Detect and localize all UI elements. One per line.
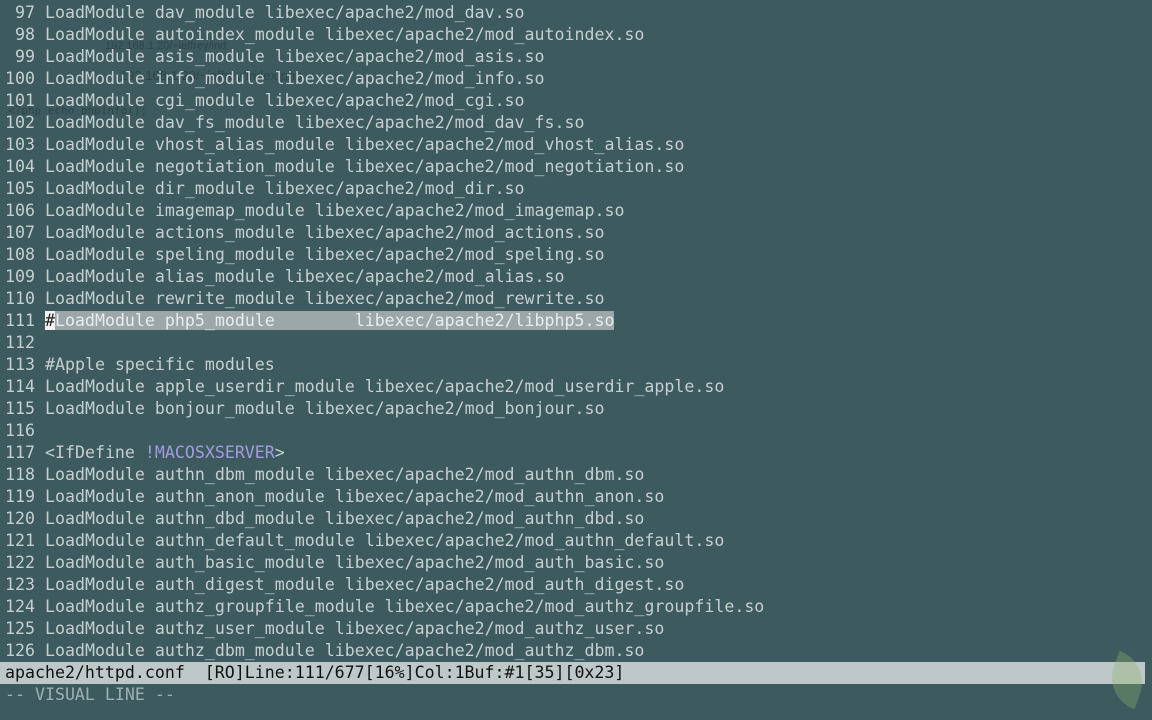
code-line[interactable]: 123 LoadModule auth_digest_module libexec… bbox=[5, 574, 764, 596]
line-number: 113 bbox=[5, 355, 35, 374]
line-text: LoadModule dav_module libexec/apache2/mo… bbox=[45, 3, 525, 22]
line-number: 120 bbox=[5, 509, 35, 528]
line-text: LoadModule negotiation_module libexec/ap… bbox=[45, 157, 685, 176]
code-line[interactable]: 112 bbox=[5, 332, 764, 354]
code-line[interactable]: 97 LoadModule dav_module libexec/apache2/… bbox=[5, 2, 764, 24]
code-line[interactable]: 115 LoadModule bonjour_module libexec/apa… bbox=[5, 398, 764, 420]
line-text: LoadModule vhost_alias_module libexec/ap… bbox=[45, 135, 685, 154]
line-number: 98 bbox=[15, 25, 35, 44]
line-number: 111 bbox=[5, 311, 35, 330]
line-number: 106 bbox=[5, 201, 35, 220]
line-text: LoadModule apple_userdir_module libexec/… bbox=[45, 377, 725, 396]
line-text: #Apple specific modules bbox=[45, 355, 275, 374]
line-number: 101 bbox=[5, 91, 35, 110]
line-text: <IfDefine bbox=[45, 443, 145, 462]
code-line[interactable]: 104 LoadModule negotiation_module libexec… bbox=[5, 156, 764, 178]
line-number: 122 bbox=[5, 553, 35, 572]
line-text: LoadModule speling_module libexec/apache… bbox=[45, 245, 605, 264]
code-line[interactable]: 126 LoadModule authz_dbm_module libexec/a… bbox=[5, 640, 764, 662]
code-line[interactable]: 106 LoadModule imagemap_module libexec/ap… bbox=[5, 200, 764, 222]
line-number: 100 bbox=[5, 69, 35, 88]
code-line[interactable]: 99 LoadModule asis_module libexec/apache2… bbox=[5, 46, 764, 68]
line-number: 108 bbox=[5, 245, 35, 264]
code-line[interactable]: 121 LoadModule authn_default_module libex… bbox=[5, 530, 764, 552]
line-number: 97 bbox=[15, 3, 35, 22]
line-number: 126 bbox=[5, 641, 35, 660]
code-line[interactable]: 100 LoadModule info_module libexec/apache… bbox=[5, 68, 764, 90]
line-number: 112 bbox=[5, 333, 35, 352]
line-number: 124 bbox=[5, 597, 35, 616]
code-line[interactable]: 120 LoadModule authn_dbd_module libexec/a… bbox=[5, 508, 764, 530]
editor-buffer[interactable]: 97 LoadModule dav_module libexec/apache2/… bbox=[5, 2, 764, 662]
line-number: 116 bbox=[5, 421, 35, 440]
line-text: LoadModule authz_groupfile_module libexe… bbox=[45, 597, 765, 616]
line-text: LoadModule authz_dbm_module libexec/apac… bbox=[45, 641, 645, 660]
line-text: > bbox=[274, 443, 285, 462]
line-text: LoadModule dav_fs_module libexec/apache2… bbox=[45, 113, 585, 132]
code-line[interactable]: 116 bbox=[5, 420, 764, 442]
line-text: LoadModule bonjour_module libexec/apache… bbox=[45, 399, 605, 418]
line-text: LoadModule actions_module libexec/apache… bbox=[45, 223, 605, 242]
code-line[interactable]: 114 LoadModule apple_userdir_module libex… bbox=[5, 376, 764, 398]
line-number: 99 bbox=[15, 47, 35, 66]
line-number: 107 bbox=[5, 223, 35, 242]
line-text: LoadModule rewrite_module libexec/apache… bbox=[45, 289, 605, 308]
line-number: 114 bbox=[5, 377, 35, 396]
code-line[interactable]: 124 LoadModule authz_groupfile_module lib… bbox=[5, 596, 764, 618]
code-line[interactable]: 101 LoadModule cgi_module libexec/apache2… bbox=[5, 90, 764, 112]
status-line: apache2/httpd.conf [RO]Line:111/677[16%]… bbox=[0, 662, 1145, 684]
line-text: LoadModule cgi_module libexec/apache2/mo… bbox=[45, 91, 525, 110]
code-line[interactable]: 109 LoadModule alias_module libexec/apach… bbox=[5, 266, 764, 288]
line-number: 110 bbox=[5, 289, 35, 308]
line-number: 104 bbox=[5, 157, 35, 176]
line-number: 121 bbox=[5, 531, 35, 550]
line-text: LoadModule autoindex_module libexec/apac… bbox=[45, 25, 645, 44]
line-number: 123 bbox=[5, 575, 35, 594]
line-text: LoadModule imagemap_module libexec/apach… bbox=[45, 201, 625, 220]
mode-indicator: -- VISUAL LINE -- bbox=[5, 685, 175, 704]
code-line[interactable]: 107 LoadModule actions_module libexec/apa… bbox=[5, 222, 764, 244]
line-number: 117 bbox=[5, 443, 35, 462]
code-line[interactable]: 113 #Apple specific modules bbox=[5, 354, 764, 376]
line-text: LoadModule php5_module libexec/apache2/l… bbox=[55, 311, 615, 330]
code-line[interactable]: 111 #LoadModule php5_module libexec/apach… bbox=[5, 310, 764, 332]
line-text: LoadModule info_module libexec/apache2/m… bbox=[45, 69, 545, 88]
code-line[interactable]: 122 LoadModule auth_basic_module libexec/… bbox=[5, 552, 764, 574]
code-line[interactable]: 125 LoadModule authz_user_module libexec/… bbox=[5, 618, 764, 640]
line-number: 125 bbox=[5, 619, 35, 638]
line-text: LoadModule authz_user_module libexec/apa… bbox=[45, 619, 665, 638]
line-number: 105 bbox=[5, 179, 35, 198]
text-cursor: # bbox=[45, 311, 55, 330]
code-line[interactable]: 103 LoadModule vhost_alias_module libexec… bbox=[5, 134, 764, 156]
code-line[interactable]: 119 LoadModule authn_anon_module libexec/… bbox=[5, 486, 764, 508]
line-text: LoadModule authn_default_module libexec/… bbox=[45, 531, 725, 550]
code-line[interactable]: 105 LoadModule dir_module libexec/apache2… bbox=[5, 178, 764, 200]
line-text: LoadModule auth_basic_module libexec/apa… bbox=[45, 553, 665, 572]
line-number: 119 bbox=[5, 487, 35, 506]
line-text: LoadModule authn_dbm_module libexec/apac… bbox=[45, 465, 645, 484]
line-text: LoadModule asis_module libexec/apache2/m… bbox=[45, 47, 545, 66]
line-number: 109 bbox=[5, 267, 35, 286]
code-line[interactable]: 118 LoadModule authn_dbm_module libexec/a… bbox=[5, 464, 764, 486]
code-line[interactable]: 102 LoadModule dav_fs_module libexec/apac… bbox=[5, 112, 764, 134]
line-number: 103 bbox=[5, 135, 35, 154]
line-number: 102 bbox=[5, 113, 35, 132]
line-number: 118 bbox=[5, 465, 35, 484]
line-text: LoadModule dir_module libexec/apache2/mo… bbox=[45, 179, 525, 198]
define-keyword: !MACOSXSERVER bbox=[144, 443, 275, 462]
line-text: LoadModule alias_module libexec/apache2/… bbox=[45, 267, 565, 286]
line-text: LoadModule authn_anon_module libexec/apa… bbox=[45, 487, 665, 506]
code-line[interactable]: 108 LoadModule speling_module libexec/apa… bbox=[5, 244, 764, 266]
line-text: LoadModule authn_dbd_module libexec/apac… bbox=[45, 509, 645, 528]
code-line[interactable]: 117 <IfDefine !MACOSXSERVER> bbox=[5, 442, 764, 464]
code-line[interactable]: 110 LoadModule rewrite_module libexec/apa… bbox=[5, 288, 764, 310]
line-text: LoadModule auth_digest_module libexec/ap… bbox=[45, 575, 685, 594]
code-line[interactable]: 98 LoadModule autoindex_module libexec/ap… bbox=[5, 24, 764, 46]
line-number: 115 bbox=[5, 399, 35, 418]
